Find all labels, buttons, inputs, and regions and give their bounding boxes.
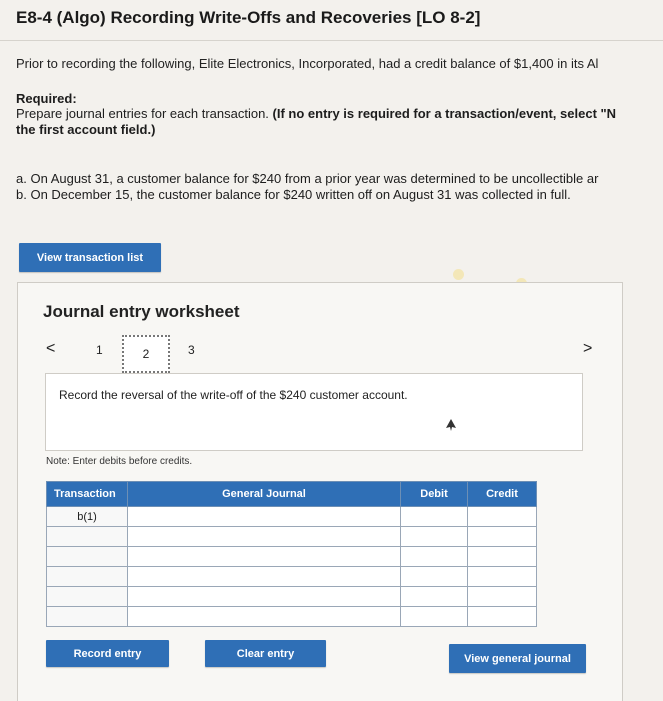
table-row bbox=[46, 546, 537, 567]
required-text: Prepare journal entries for each transac… bbox=[16, 106, 663, 138]
account-field[interactable] bbox=[127, 526, 401, 547]
account-field[interactable] bbox=[127, 606, 401, 627]
required-line2-bold: the first account field.) bbox=[16, 122, 156, 137]
credit-field[interactable] bbox=[467, 506, 537, 527]
transaction-cell bbox=[46, 546, 128, 567]
transaction-cell bbox=[46, 586, 128, 607]
table-row bbox=[46, 526, 537, 547]
table-row: b(1) bbox=[46, 506, 537, 527]
required-label: Required: bbox=[16, 91, 77, 106]
header-debit: Debit bbox=[400, 481, 468, 507]
page-title: E8-4 (Algo) Recording Write-Offs and Rec… bbox=[16, 8, 481, 27]
debit-field[interactable] bbox=[400, 606, 468, 627]
credit-field[interactable] bbox=[467, 566, 537, 587]
credit-field[interactable] bbox=[467, 586, 537, 607]
account-field[interactable] bbox=[127, 586, 401, 607]
transaction-cell bbox=[46, 526, 128, 547]
header-credit: Credit bbox=[467, 481, 537, 507]
worksheet-title: Journal entry worksheet bbox=[43, 302, 240, 321]
debit-field[interactable] bbox=[400, 506, 468, 527]
transaction-cell bbox=[46, 566, 128, 587]
table-row bbox=[46, 586, 537, 607]
account-field[interactable] bbox=[127, 506, 401, 527]
account-field[interactable] bbox=[127, 546, 401, 567]
instruction-box: Record the reversal of the write-off of … bbox=[45, 373, 583, 451]
credit-field[interactable] bbox=[467, 606, 537, 627]
required-line1-bold: (If no entry is required for a transacti… bbox=[272, 106, 617, 121]
record-entry-button[interactable]: Record entry bbox=[46, 640, 169, 667]
account-field[interactable] bbox=[127, 566, 401, 587]
page-3-link[interactable]: 3 bbox=[188, 343, 195, 357]
prev-arrow-icon[interactable]: < bbox=[46, 340, 55, 358]
page-2-label: 2 bbox=[142, 347, 150, 361]
next-arrow-icon[interactable]: > bbox=[583, 340, 592, 358]
table-row bbox=[46, 606, 537, 627]
view-general-journal-button[interactable]: View general journal bbox=[449, 644, 586, 673]
instruction-text: Record the reversal of the write-off of … bbox=[59, 388, 408, 402]
page-1-link[interactable]: 1 bbox=[96, 343, 103, 357]
debit-field[interactable] bbox=[400, 526, 468, 547]
debit-field[interactable] bbox=[400, 586, 468, 607]
transaction-item-a: a. On August 31, a customer balance for … bbox=[16, 171, 599, 186]
credit-field[interactable] bbox=[467, 526, 537, 547]
debit-field[interactable] bbox=[400, 546, 468, 567]
transaction-item-b: b. On December 15, the customer balance … bbox=[16, 187, 571, 202]
transaction-cell bbox=[46, 606, 128, 627]
transaction-cell: b(1) bbox=[46, 506, 128, 527]
intro-text: Prior to recording the following, Elite … bbox=[16, 56, 599, 71]
glare-dot bbox=[453, 269, 464, 280]
table-row bbox=[46, 566, 537, 587]
clear-entry-button[interactable]: Clear entry bbox=[205, 640, 326, 667]
debit-field[interactable] bbox=[400, 566, 468, 587]
journal-table: Transaction General Journal Debit Credit… bbox=[46, 481, 537, 627]
credit-field[interactable] bbox=[467, 546, 537, 567]
cursor-icon bbox=[446, 419, 456, 431]
header-general-journal: General Journal bbox=[127, 481, 401, 507]
header-transaction: Transaction bbox=[46, 481, 128, 507]
transaction-list: a. On August 31, a customer balance for … bbox=[16, 171, 663, 203]
divider bbox=[0, 40, 663, 41]
page-2-current[interactable]: 2 bbox=[122, 335, 170, 373]
view-transaction-list-button[interactable]: View transaction list bbox=[19, 243, 161, 272]
required-line1: Prepare journal entries for each transac… bbox=[16, 106, 273, 121]
note-text: Note: Enter debits before credits. bbox=[46, 456, 193, 467]
